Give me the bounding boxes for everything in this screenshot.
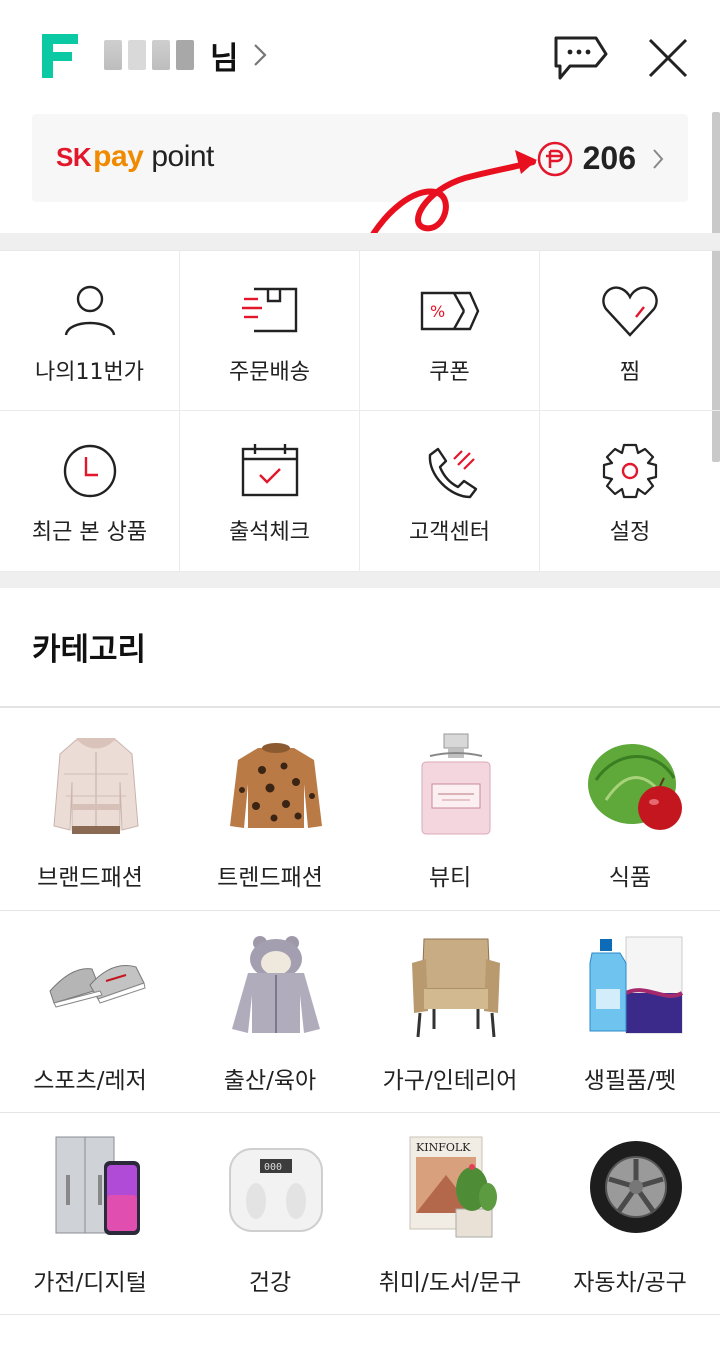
menu-label: 출석체크 [229,520,310,545]
sneakers-image [49,965,146,1008]
delivery-box-icon [241,287,297,333]
pay-point-brand: SK pay point [56,140,214,174]
menu-coupon[interactable]: % 쿠폰 [360,251,540,411]
category-label: 브랜드패션 [37,865,143,891]
category-label: 가전/디지털 [33,1270,147,1296]
cabbage-apple-image [588,744,682,830]
category-label: 가구/인테리어 [382,1068,518,1094]
category-label: 출산/육아 [223,1068,317,1094]
category-label: 건강 [248,1270,292,1296]
book-cactus-image: KINFOLK [409,1136,497,1238]
category-appliance-digital[interactable]: 가전/디지털 [0,1113,180,1315]
category-car-tools[interactable]: 자동차/공구 [540,1113,720,1315]
brand-point: point [151,140,214,173]
user-name-link[interactable]: 님 [104,32,267,78]
menu-wishlist[interactable]: 찜 [540,251,720,411]
menu-order-delivery[interactable]: 주문배송 [180,251,360,411]
point-value: 206 [582,140,636,176]
menu-label: 쿠폰 [429,360,470,385]
category-label: 자동차/공구 [573,1270,687,1296]
category-brand-fashion[interactable]: 브랜드패션 [0,708,180,911]
category-health[interactable]: 000 건강 [180,1113,360,1315]
menu-settings[interactable]: 설정 [540,411,720,572]
point-balance[interactable]: 206 [537,140,664,177]
category-hobby-book[interactable]: KINFOLK 취미/도서/문구 [360,1113,540,1315]
phone-icon [428,447,477,499]
category-beauty[interactable]: 뷰티 [360,708,540,911]
close-icon[interactable] [646,36,690,80]
category-label: 스포츠/레저 [33,1068,147,1094]
menu-label: 최근 본 상품 [31,520,148,545]
category-label: 취미/도서/문구 [378,1270,522,1296]
category-label: 트렌드패션 [217,865,323,891]
section-divider [0,572,720,588]
menu-label: 설정 [609,520,651,545]
pay-point-banner[interactable]: SK pay point 206 [32,114,688,202]
svg-text:000: 000 [264,1162,282,1173]
chevron-right-icon [253,44,267,66]
user-honorific: 님 [210,40,239,77]
menu-attendance[interactable]: 출석체크 [180,411,360,572]
heart-icon [602,286,658,337]
brand-sk: SK [56,142,92,172]
menu-customer-center[interactable]: 고객센터 [360,411,540,572]
chevron-right-icon [653,148,664,169]
blurred-username [104,38,204,72]
menu-label: 찜 [619,360,641,385]
menu-label: 고객센터 [409,520,490,545]
book-title: KINFOLK [416,1141,471,1154]
perfume-bottle-image [421,733,491,835]
app-logo [42,34,78,78]
menu-label: 나의11번가 [35,360,144,385]
category-furniture[interactable]: 가구/인테리어 [360,911,540,1113]
coupon-icon: % [420,291,479,331]
person-icon [64,285,115,336]
menu-recent-viewed[interactable]: 최근 본 상품 [0,411,180,572]
svg-text:%: % [430,302,445,321]
category-living-pet[interactable]: 생필품/펫 [540,911,720,1113]
category-baby[interactable]: 출산/육아 [180,911,360,1113]
menu-label: 주문배송 [229,360,310,385]
section-divider [0,233,720,250]
clock-icon [63,444,116,498]
tire-image [590,1141,682,1233]
point-icon [537,141,572,176]
puffer-jacket-image [53,738,139,834]
category-title: 카테고리 [32,632,147,668]
brand-pay: pay [93,140,144,173]
fridge-phone-image [55,1136,140,1235]
category-food[interactable]: 식품 [540,708,720,911]
category-grid: 브랜드패션 트렌드패션 뷰티 식품 스포츠/레저 출산/육아 가구/인테리어 생… [0,706,720,1315]
category-label: 식품 [608,865,652,891]
detergent-tissue-image [589,936,684,1034]
quick-menu: 나의11번가 주문배송 % 쿠폰 찜 최근 본 상품 출석체크 고객센터 설정 [0,250,720,572]
leopard-sweater-image [230,743,322,828]
chat-icon[interactable] [552,34,608,80]
armchair-image [412,938,500,1038]
body-scale-image: 000 [229,1148,323,1232]
menu-my11st[interactable]: 나의11번가 [0,251,180,411]
category-label: 생필품/펫 [583,1068,677,1094]
category-sports-leisure[interactable]: 스포츠/레저 [0,911,180,1113]
category-trend-fashion[interactable]: 트렌드패션 [180,708,360,911]
calendar-check-icon [241,444,298,497]
header: 님 [0,0,720,110]
baby-jacket-image [232,936,320,1033]
gear-icon [602,443,658,499]
category-label: 뷰티 [428,865,472,891]
